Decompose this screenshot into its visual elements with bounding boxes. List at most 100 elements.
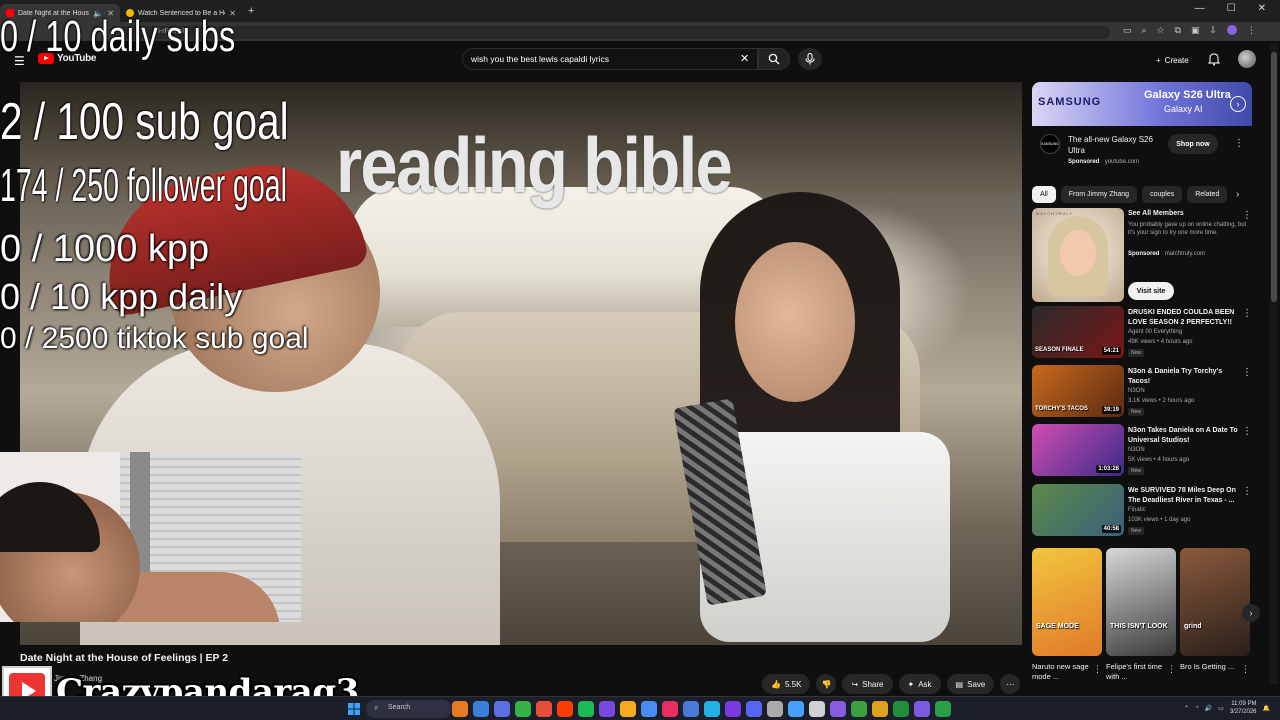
page-scrollbar[interactable]: [1270, 44, 1278, 684]
taskbar-app-icon[interactable]: [494, 701, 510, 717]
share-button[interactable]: ↪ Share: [842, 674, 893, 694]
visit-site-button[interactable]: Visit site: [1128, 282, 1174, 300]
new-tab-icon[interactable]: +: [248, 5, 254, 17]
sponsored-more-icon[interactable]: ⋮: [1242, 210, 1252, 221]
short-item[interactable]: grind Bro Is Getting ... ⋮: [1180, 548, 1250, 674]
zoom-icon[interactable]: ⌕: [1141, 25, 1146, 36]
chips-next-icon[interactable]: ›: [1236, 189, 1239, 200]
downloads-icon[interactable]: ⇩: [1209, 25, 1217, 36]
sponsored-recommendation[interactable]: MATCHTRULY See All Members You probably …: [1032, 208, 1252, 304]
like-button[interactable]: 👍 5.5K: [762, 674, 811, 694]
split-view-icon[interactable]: ▣: [1191, 25, 1200, 36]
recommendation-channel[interactable]: Agent 00 Everything: [1128, 329, 1182, 335]
chevron-right-icon[interactable]: ›: [1230, 96, 1246, 112]
search-input[interactable]: wish you the best lewis capaldi lyrics: [462, 48, 758, 70]
chip-related[interactable]: Related: [1187, 186, 1228, 203]
recommendation-title[interactable]: We SURVIVED 78 Miles Deep On The Deadlie…: [1128, 486, 1243, 505]
taskbar-app-icon[interactable]: [515, 701, 531, 717]
clear-search-icon[interactable]: ✕: [740, 52, 749, 65]
account-avatar[interactable]: [1238, 50, 1256, 68]
search-button[interactable]: [758, 48, 790, 70]
minimize-icon[interactable]: —: [1195, 3, 1205, 14]
recommendation-item[interactable]: 1:03:28 N3on Takes Daniela on A Date To U…: [1032, 424, 1252, 480]
video-thumbnail[interactable]: 40:58: [1032, 484, 1124, 536]
create-button[interactable]: + Create: [1150, 51, 1195, 69]
recommendation-channel[interactable]: N3ON: [1128, 447, 1145, 453]
ask-button[interactable]: ✦ Ask: [898, 674, 941, 694]
short-more-icon[interactable]: ⋮: [1093, 664, 1102, 675]
save-button[interactable]: ▤ Save: [946, 674, 995, 694]
taskbar-app-icon[interactable]: [557, 701, 573, 717]
taskbar-app-icon[interactable]: [473, 701, 489, 717]
taskbar-app-icon[interactable]: [914, 701, 930, 717]
cast-icon[interactable]: ▭: [1123, 25, 1132, 36]
taskbar-app-icon[interactable]: [725, 701, 741, 717]
short-item[interactable]: SAGE MODE Naruto new sage mode ... ⋮: [1032, 548, 1102, 681]
recommendation-more-icon[interactable]: ⋮: [1242, 426, 1252, 437]
url-field[interactable]: ri-rPbiI-sl: [120, 26, 1110, 39]
short-thumbnail[interactable]: grind: [1180, 548, 1250, 656]
taskbar-app-icon[interactable]: [641, 701, 657, 717]
notification-icon[interactable]: 🔔: [1263, 705, 1270, 712]
profile-icon[interactable]: [1227, 25, 1237, 35]
recommendation-more-icon[interactable]: ⋮: [1242, 308, 1252, 319]
scrollbar-thumb[interactable]: [1271, 52, 1277, 302]
recommendation-item[interactable]: 40:58 We SURVIVED 78 Miles Deep On The De…: [1032, 484, 1252, 540]
taskbar-app-icon[interactable]: [851, 701, 867, 717]
recommendation-title[interactable]: N3on Takes Daniela on A Date To Universa…: [1128, 426, 1243, 445]
short-title[interactable]: Naruto new sage mode ...: [1032, 662, 1092, 682]
more-actions-button[interactable]: ⋯: [1000, 674, 1021, 694]
taskbar-app-icon[interactable]: [872, 701, 888, 717]
taskbar-app-icon[interactable]: [662, 701, 678, 717]
taskbar-app-icon[interactable]: [788, 701, 804, 717]
video-thumbnail[interactable]: 1:03:28: [1032, 424, 1124, 476]
windows-start-icon[interactable]: [348, 703, 360, 715]
battery-icon[interactable]: ▭: [1218, 705, 1224, 712]
extensions-icon[interactable]: ⧉: [1175, 25, 1181, 36]
dislike-button[interactable]: 👎: [816, 674, 837, 694]
short-thumbnail[interactable]: THIS ISN'T LOOK: [1106, 548, 1176, 656]
taskbar-app-icon[interactable]: [809, 701, 825, 717]
taskbar-app-icon[interactable]: [620, 701, 636, 717]
tray-chevron-icon[interactable]: ⌃: [1184, 705, 1189, 712]
recommendation-channel[interactable]: N3ON: [1128, 388, 1145, 394]
short-more-icon[interactable]: ⋮: [1167, 664, 1176, 675]
recommendation-title[interactable]: DRUSKI ENDED COULDA BEEN LOVE SEASON 2 P…: [1128, 308, 1243, 327]
video-thumbnail[interactable]: TORCHY'S TACOS 39:19: [1032, 365, 1124, 417]
voice-search-button[interactable]: [798, 48, 822, 70]
recommendation-more-icon[interactable]: ⋮: [1242, 367, 1252, 378]
shorts-next-icon[interactable]: ›: [1242, 604, 1260, 622]
taskbar-app-icon[interactable]: [578, 701, 594, 717]
taskbar-app-icon[interactable]: [683, 701, 699, 717]
notifications-bell-icon[interactable]: [1208, 52, 1220, 66]
recommendation-channel[interactable]: Finatic: [1128, 507, 1146, 513]
taskbar-app-icon[interactable]: [746, 701, 762, 717]
chip-couples[interactable]: couples: [1142, 186, 1183, 203]
taskbar-app-icon[interactable]: [830, 701, 846, 717]
chip-all[interactable]: All: [1032, 186, 1056, 203]
short-title[interactable]: Bro Is Getting ...: [1180, 662, 1240, 672]
short-more-icon[interactable]: ⋮: [1241, 664, 1250, 675]
recommendation-item[interactable]: TORCHY'S TACOS 39:19 N3on & Daniela Try To…: [1032, 365, 1252, 421]
sponsored-title[interactable]: See All Members: [1128, 210, 1184, 217]
maximize-icon[interactable]: ☐: [1227, 3, 1236, 14]
recommendation-item[interactable]: SEASON FINALE 54:21 DRUSKI ENDED COULDA BE…: [1032, 306, 1252, 362]
taskbar-app-icon[interactable]: [536, 701, 552, 717]
video-thumbnail[interactable]: SEASON FINALE 54:21: [1032, 306, 1124, 358]
taskbar-app-icon[interactable]: [704, 701, 720, 717]
taskbar-app-icon[interactable]: [767, 701, 783, 717]
close-window-icon[interactable]: ✕: [1258, 3, 1266, 14]
recommendation-more-icon[interactable]: ⋮: [1242, 486, 1252, 497]
short-thumbnail[interactable]: SAGE MODE: [1032, 548, 1102, 656]
bookmark-star-icon[interactable]: ☆: [1156, 25, 1164, 36]
taskbar-app-icon[interactable]: [935, 701, 951, 717]
ad-title[interactable]: The all-new Galaxy S26 Ultra: [1068, 134, 1172, 156]
taskbar-search[interactable]: ⌕ Search: [366, 700, 452, 718]
volume-icon[interactable]: 🔊: [1205, 705, 1212, 712]
sponsored-thumbnail[interactable]: MATCHTRULY: [1032, 208, 1124, 302]
taskbar-app-icon[interactable]: [893, 701, 909, 717]
ad-banner[interactable]: SAMSUNG Galaxy S26 Ultra Galaxy AI ›: [1032, 82, 1252, 126]
menu-dots-icon[interactable]: ⋮: [1247, 25, 1256, 36]
taskbar-app-icon[interactable]: [599, 701, 615, 717]
chip-from-channel[interactable]: From Jimmy Zhang: [1060, 186, 1138, 203]
